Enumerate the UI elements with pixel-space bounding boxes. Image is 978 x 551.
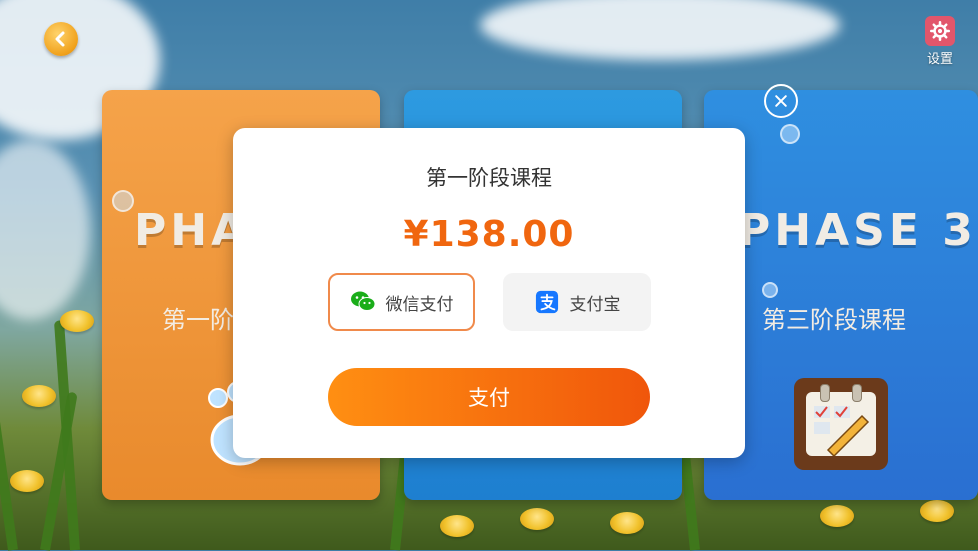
card-phase-subtitle: 第三阶段课程 (762, 306, 906, 334)
flower (820, 505, 854, 527)
settings-label: 设置 (926, 52, 953, 67)
bubble (780, 124, 800, 144)
pay-button[interactable]: 支付 (328, 368, 650, 426)
chevron-left-icon (55, 31, 65, 47)
flower (440, 515, 474, 537)
alipay-option[interactable]: 支付宝 (503, 273, 651, 331)
alipay-label: 支付宝 (569, 294, 621, 315)
flower (22, 385, 56, 407)
price-label: ¥138.00 (403, 214, 575, 255)
grass (53, 320, 80, 551)
course-card-phase-3[interactable]: PHASE 3 第三阶段课程 (704, 90, 978, 500)
close-button[interactable] (764, 84, 798, 118)
back-button[interactable] (44, 22, 78, 56)
flower (520, 508, 554, 530)
gear-icon (925, 16, 955, 46)
bubble (762, 282, 778, 298)
flower (60, 310, 94, 332)
grass (0, 351, 18, 551)
wechat-pay-option[interactable]: 微信支付 (328, 273, 475, 331)
calendar-icon (794, 378, 888, 470)
card-phase-title: PHASE 3 (738, 205, 977, 256)
close-circle-icon (775, 95, 787, 107)
payment-dialog: 第一阶段课程 ¥138.00 微信支付 支付宝 支付 (233, 128, 745, 458)
wechat-pay-label: 微信支付 (385, 294, 454, 315)
flower (10, 470, 44, 492)
alipay-icon (534, 289, 560, 315)
cloud (0, 140, 90, 320)
cloud (480, 0, 840, 60)
flower (610, 512, 644, 534)
flower (920, 500, 954, 522)
dialog-title: 第一阶段课程 (426, 166, 552, 190)
settings-button[interactable]: 设置 (922, 16, 958, 67)
wechat-icon (350, 289, 376, 315)
